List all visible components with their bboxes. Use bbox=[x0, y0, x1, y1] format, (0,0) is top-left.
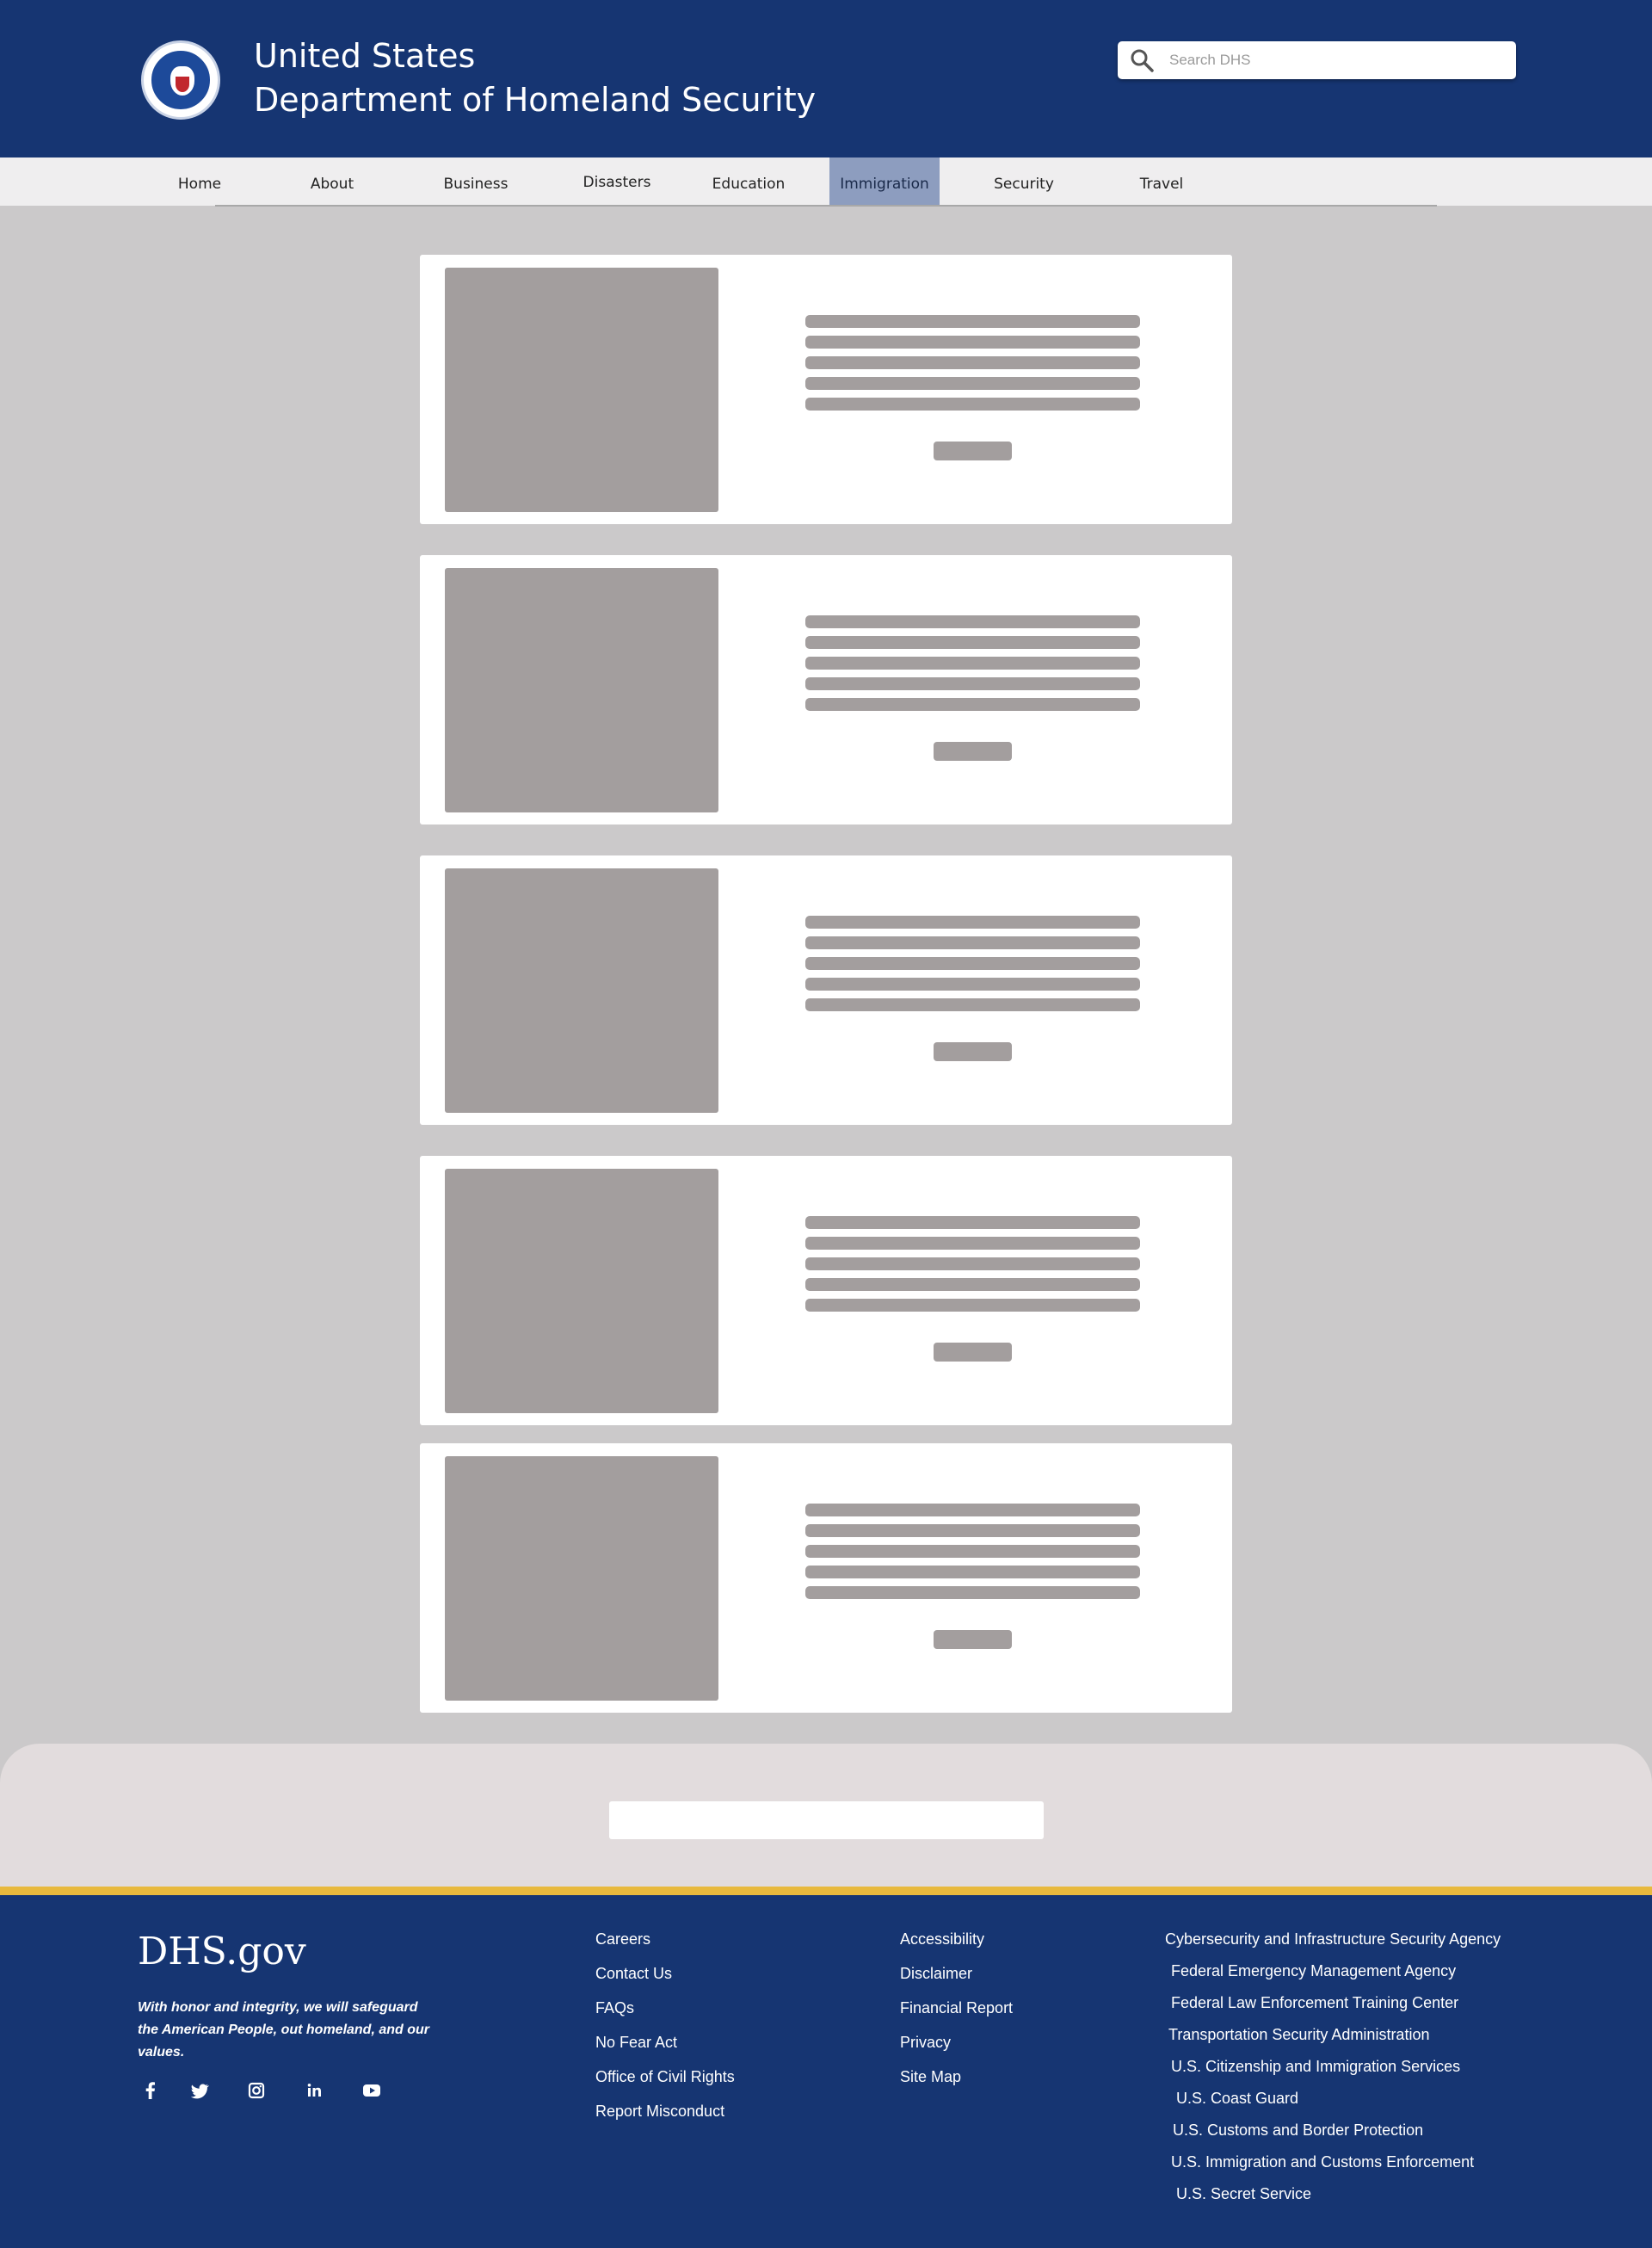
card-text-placeholder bbox=[805, 377, 1140, 390]
footer-link-fletc[interactable]: Federal Law Enforcement Training Center bbox=[1165, 1993, 1501, 2025]
content-card[interactable] bbox=[420, 555, 1232, 824]
footer-link-financial-report[interactable]: Financial Report bbox=[900, 1998, 1013, 2033]
card-text-placeholder bbox=[805, 998, 1140, 1011]
footer-link-careers[interactable]: Careers bbox=[595, 1930, 735, 1964]
card-text-placeholder bbox=[805, 636, 1140, 649]
nav-about[interactable]: About bbox=[295, 159, 369, 207]
card-text-placeholder bbox=[805, 1299, 1140, 1312]
footer-links-col1: Careers Contact Us FAQs No Fear Act Offi… bbox=[595, 1930, 735, 2136]
site-footer: DHS.gov With honor and integrity, we wil… bbox=[0, 1895, 1652, 2248]
facebook-icon[interactable] bbox=[138, 2078, 163, 2103]
card-image-placeholder bbox=[445, 868, 718, 1113]
footer-link-disclaimer[interactable]: Disclaimer bbox=[900, 1964, 1013, 1998]
card-button-placeholder[interactable] bbox=[934, 742, 1012, 761]
footer-link-tsa[interactable]: Transportation Security Administration bbox=[1165, 2025, 1501, 2057]
card-text-placeholder bbox=[805, 1545, 1140, 1558]
card-text-placeholder bbox=[805, 398, 1140, 411]
prefooter-input-box[interactable] bbox=[609, 1801, 1044, 1839]
footer-link-fema[interactable]: Federal Emergency Management Agency bbox=[1165, 1961, 1501, 1993]
card-button-placeholder[interactable] bbox=[934, 1042, 1012, 1061]
content-card[interactable] bbox=[420, 855, 1232, 1125]
footer-link-contact-us[interactable]: Contact Us bbox=[595, 1964, 735, 1998]
instagram-icon[interactable] bbox=[243, 2078, 269, 2103]
footer-tagline: With honor and integrity, we will safegu… bbox=[138, 2000, 430, 2060]
card-button-placeholder[interactable] bbox=[934, 1343, 1012, 1362]
card-text-placeholder bbox=[805, 936, 1140, 949]
card-image-placeholder bbox=[445, 268, 718, 512]
footer-agency-links: Cybersecurity and Infrastructure Securit… bbox=[1165, 1930, 1501, 2216]
card-text-placeholder bbox=[805, 1278, 1140, 1291]
linkedin-icon[interactable] bbox=[301, 2078, 327, 2103]
card-button-placeholder[interactable] bbox=[934, 1630, 1012, 1649]
search-input[interactable] bbox=[1169, 46, 1505, 74]
card-image-placeholder bbox=[445, 1456, 718, 1701]
dhs-seal-logo[interactable] bbox=[141, 40, 220, 120]
site-title-line1: United States bbox=[254, 37, 476, 75]
nav-security[interactable]: Security bbox=[985, 159, 1063, 207]
youtube-icon[interactable] bbox=[359, 2078, 385, 2103]
footer-link-cbp[interactable]: U.S. Customs and Border Protection bbox=[1165, 2121, 1501, 2152]
card-text-placeholder bbox=[805, 1524, 1140, 1537]
footer-link-faqs[interactable]: FAQs bbox=[595, 1998, 735, 2033]
nav-home[interactable]: Home bbox=[163, 159, 236, 207]
card-text-placeholder bbox=[805, 1566, 1140, 1578]
card-text-placeholder bbox=[805, 698, 1140, 711]
footer-link-accessibility[interactable]: Accessibility bbox=[900, 1930, 1013, 1964]
card-text-placeholder bbox=[805, 1586, 1140, 1599]
twitter-icon[interactable] bbox=[187, 2078, 213, 2103]
site-title-line2: Department of Homeland Security bbox=[254, 81, 817, 119]
footer-link-ice[interactable]: U.S. Immigration and Customs Enforcement bbox=[1165, 2152, 1501, 2184]
nav-immigration[interactable]: Immigration bbox=[829, 157, 940, 206]
card-text-placeholder bbox=[805, 356, 1140, 369]
nav-education[interactable]: Education bbox=[706, 159, 792, 207]
card-text-placeholder bbox=[805, 916, 1140, 929]
content-card[interactable] bbox=[420, 1156, 1232, 1425]
card-image-placeholder bbox=[445, 1169, 718, 1413]
footer-accent-bar bbox=[0, 1887, 1652, 1895]
main-nav: Home About Business Disasters Education … bbox=[0, 157, 1652, 206]
footer-logo[interactable]: DHS.gov bbox=[138, 1930, 306, 1973]
shield-icon bbox=[176, 77, 189, 92]
footer-link-site-map[interactable]: Site Map bbox=[900, 2067, 1013, 2102]
footer-links-col2: Accessibility Disclaimer Financial Repor… bbox=[900, 1930, 1013, 2102]
card-text-placeholder bbox=[805, 657, 1140, 670]
footer-link-uscg[interactable]: U.S. Coast Guard bbox=[1165, 2089, 1501, 2121]
footer-link-no-fear-act[interactable]: No Fear Act bbox=[595, 2033, 735, 2067]
card-text-placeholder bbox=[805, 615, 1140, 628]
card-image-placeholder bbox=[445, 568, 718, 812]
seal-ring bbox=[150, 49, 212, 111]
footer-link-privacy[interactable]: Privacy bbox=[900, 2033, 1013, 2067]
card-text-placeholder bbox=[805, 336, 1140, 349]
card-text-placeholder bbox=[805, 1257, 1140, 1270]
card-text-placeholder bbox=[805, 1216, 1140, 1229]
prefooter-panel bbox=[0, 1744, 1652, 1887]
footer-link-uscis[interactable]: U.S. Citizenship and Immigration Service… bbox=[1165, 2057, 1501, 2089]
footer-link-cisa[interactable]: Cybersecurity and Infrastructure Securit… bbox=[1165, 1930, 1501, 1961]
card-text-placeholder bbox=[805, 315, 1140, 328]
footer-link-civil-rights[interactable]: Office of Civil Rights bbox=[595, 2067, 735, 2102]
footer-link-report-misconduct[interactable]: Report Misconduct bbox=[595, 2102, 735, 2136]
search-icon[interactable] bbox=[1130, 48, 1154, 72]
site-title[interactable]: United States Department of Homeland Sec… bbox=[254, 34, 816, 122]
card-text-placeholder bbox=[805, 1504, 1140, 1516]
card-text-placeholder bbox=[805, 677, 1140, 690]
nav-divider bbox=[215, 205, 1437, 207]
search-box[interactable] bbox=[1118, 41, 1516, 79]
nav-business[interactable]: Business bbox=[435, 159, 517, 207]
nav-disasters[interactable]: Disasters bbox=[574, 157, 660, 206]
card-text-placeholder bbox=[805, 957, 1140, 970]
card-button-placeholder[interactable] bbox=[934, 442, 1012, 460]
content-card[interactable] bbox=[420, 255, 1232, 524]
card-text-placeholder bbox=[805, 1237, 1140, 1250]
card-text-placeholder bbox=[805, 978, 1140, 991]
site-header: United States Department of Homeland Sec… bbox=[0, 0, 1652, 157]
nav-travel[interactable]: Travel bbox=[1127, 159, 1196, 207]
content-card[interactable] bbox=[420, 1443, 1232, 1713]
footer-link-secret-service[interactable]: U.S. Secret Service bbox=[1165, 2184, 1501, 2216]
